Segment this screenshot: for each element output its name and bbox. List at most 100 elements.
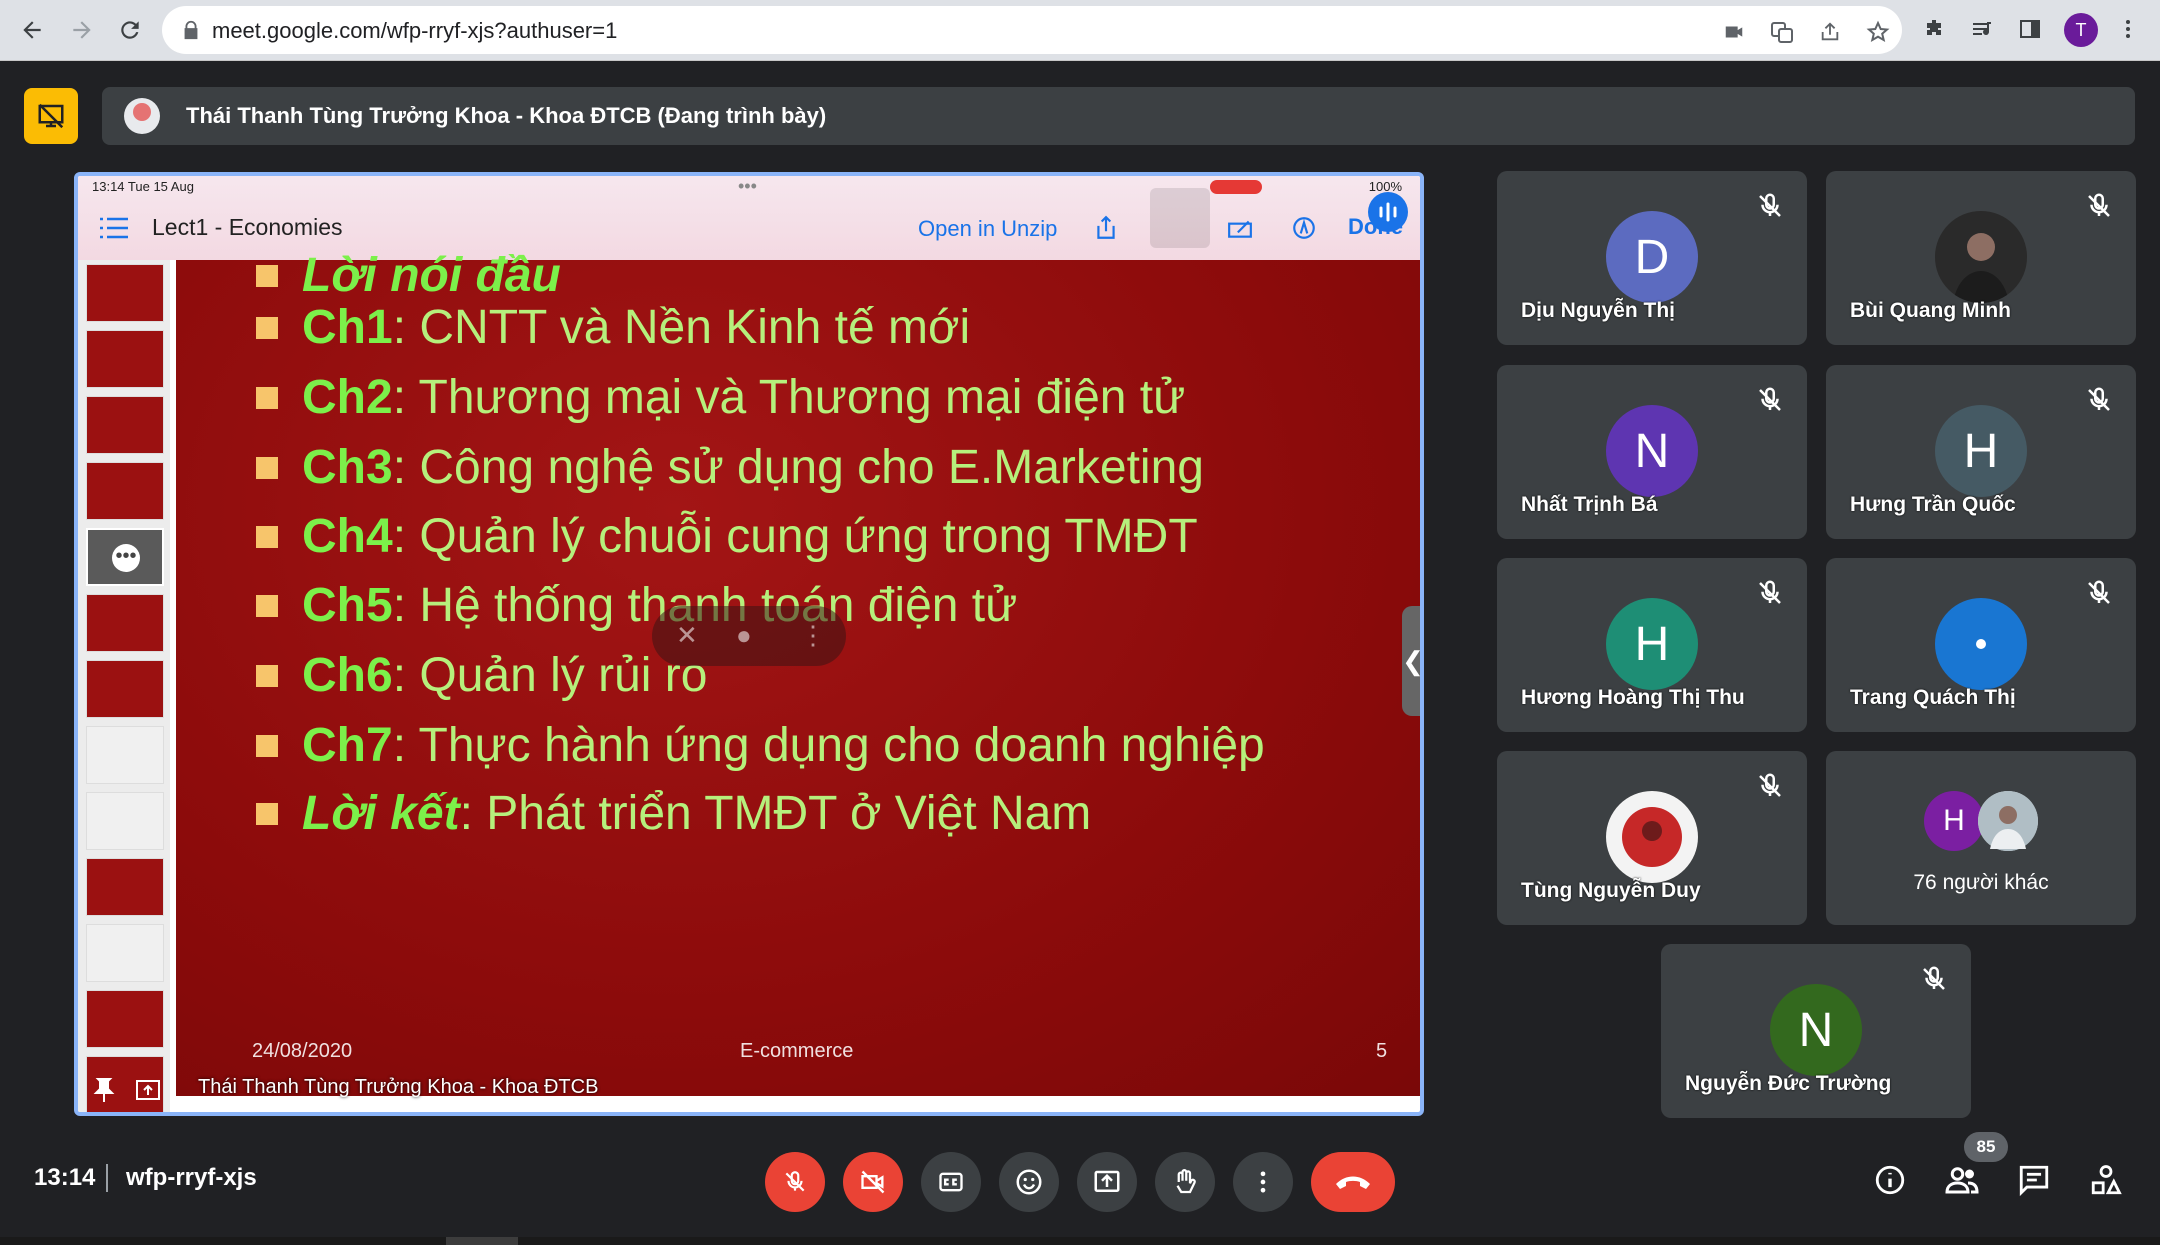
participant-tile[interactable]: N Nhất Trịnh Bá <box>1497 365 1807 539</box>
bullet-item: Ch4 : Quản lý chuỗi cung ứng trong TMĐT <box>256 509 1198 564</box>
participant-tile[interactable]: N Nguyễn Đức Trường <box>1661 944 1971 1118</box>
slide-thumbnail[interactable] <box>86 462 164 520</box>
slide-thumbnail[interactable] <box>86 594 164 652</box>
participant-tile[interactable]: H Hưng Trần Quốc <box>1826 365 2136 539</box>
back-icon[interactable] <box>12 10 52 50</box>
meeting-controls: 13:14 wfp-rryf-xjs 85 <box>0 1132 2160 1220</box>
tile-hover-controls: ✕ ● ⋮ <box>652 606 846 666</box>
bullet-item: Lời nói đầu <box>256 248 561 303</box>
participant-avatar: H <box>1606 598 1698 690</box>
more-options-button[interactable] <box>1233 1152 1293 1212</box>
camera-off-icon <box>861 1170 885 1194</box>
side-panel-handle[interactable]: ❮ <box>1402 606 1420 716</box>
reload-icon[interactable] <box>110 10 150 50</box>
bullet-text: : Thương mại và Thương mại điện tử <box>392 371 1186 424</box>
participant-name: Bùi Quang Minh <box>1850 299 2011 322</box>
lock-icon <box>184 20 198 40</box>
meeting-details-button[interactable] <box>1870 1160 1910 1200</box>
participant-name: Trang Quách Thị <box>1850 686 2016 709</box>
participant-name: Dịu Nguyễn Thị <box>1521 299 1675 322</box>
participant-tile[interactable]: D Dịu Nguyễn Thị <box>1497 171 1807 345</box>
speaking-indicator-icon <box>1368 192 1408 232</box>
participant-tile[interactable]: H Hương Hoàng Thị Thu <box>1497 558 1807 732</box>
more-vert-icon <box>1260 1171 1266 1193</box>
slide-thumbnail[interactable] <box>86 396 164 454</box>
stop-presenting-button[interactable] <box>24 88 78 144</box>
participant-tile[interactable]: Bùi Quang Minh <box>1826 171 2136 345</box>
bullet-item: Ch6 : Quản lý rủi ro <box>256 648 707 703</box>
extensions-icon[interactable] <box>1918 13 1950 45</box>
presentation-stage[interactable]: 13:14 Tue 15 Aug ••• 100% Lect1 - Econom… <box>74 172 1424 1116</box>
people-icon <box>1945 1167 1979 1194</box>
camera-in-use-icon[interactable] <box>1720 18 1748 46</box>
bullet-item: Ch5 : Hệ thống thanh toán điện tử <box>256 578 1017 633</box>
participant-name: Nguyễn Đức Trường <box>1685 1072 1892 1095</box>
annotate-icon[interactable] <box>1224 212 1256 244</box>
thumbnail-more-icon[interactable]: ••• <box>112 544 140 572</box>
activities-button[interactable] <box>2086 1160 2126 1200</box>
profile-avatar[interactable]: T <box>2064 13 2098 47</box>
recording-indicator <box>1210 180 1262 194</box>
participant-name: Hưng Trần Quốc <box>1850 493 2016 516</box>
bullet-text: : Quản lý chuỗi cung ứng trong TMĐT <box>392 510 1198 563</box>
camera-toggle-button[interactable] <box>843 1152 903 1212</box>
mic-icon[interactable]: ● <box>736 620 752 651</box>
raise-hand-button[interactable] <box>1155 1152 1215 1212</box>
share-icon[interactable] <box>1816 18 1844 46</box>
emoji-icon <box>1016 1169 1042 1195</box>
slide-thumbnail[interactable] <box>86 858 164 916</box>
pin-icon[interactable] <box>90 1076 118 1104</box>
participants-count-badge: 85 <box>1964 1132 2008 1162</box>
slide-thumbnail[interactable] <box>86 792 164 850</box>
slide-thumbnail-active[interactable]: ••• <box>86 528 164 586</box>
markup-icon[interactable] <box>1288 212 1320 244</box>
slide-thumbnail[interactable] <box>86 990 164 1048</box>
taskbar-item[interactable] <box>446 1237 518 1245</box>
chat-button[interactable] <box>2014 1160 2054 1200</box>
bullet-head: Ch2 <box>302 371 393 424</box>
forward-icon[interactable] <box>62 10 102 50</box>
document-title[interactable]: Lect1 - Economies <box>152 214 342 241</box>
bullet-head: Ch7 <box>302 719 393 772</box>
horizontal-scrollbar[interactable] <box>574 1108 1008 1112</box>
people-button[interactable] <box>1942 1160 1982 1200</box>
participant-tile[interactable]: Trang Quách Thị <box>1826 558 2136 732</box>
kebab-menu-icon[interactable] <box>2112 13 2144 45</box>
slide-thumbnail[interactable] <box>86 660 164 718</box>
side-panel-icon[interactable] <box>2014 13 2046 45</box>
present-button[interactable] <box>1077 1152 1137 1212</box>
reactions-button[interactable] <box>999 1152 1059 1212</box>
list-icon[interactable] <box>98 216 130 240</box>
translate-icon[interactable] <box>1768 18 1796 46</box>
slide-thumbnail[interactable] <box>86 330 164 388</box>
present-icon <box>1094 1170 1120 1192</box>
search-icon[interactable] <box>1150 188 1210 248</box>
mic-off-icon <box>2088 387 2110 411</box>
slide-thumbnail[interactable] <box>86 924 164 982</box>
bullet-item: Ch1 : CNTT và Nền Kinh tế mới <box>256 300 970 355</box>
captions-button[interactable] <box>921 1152 981 1212</box>
others-tile[interactable]: H 76 người khác <box>1826 751 2136 925</box>
participant-tile[interactable]: Tùng Nguyễn Duy <box>1497 751 1807 925</box>
mic-toggle-button[interactable] <box>765 1152 825 1212</box>
mic-off-icon <box>2088 193 2110 217</box>
slide-thumbnail[interactable] <box>86 264 164 322</box>
presenter-avatar <box>124 98 160 134</box>
captions-icon <box>939 1172 963 1192</box>
present-to-all-icon[interactable] <box>134 1076 162 1104</box>
stage-footer: Thái Thanh Tùng Trưởng Khoa - Khoa ĐTCB <box>78 1056 1420 1112</box>
address-bar[interactable]: meet.google.com/wfp-rryf-xjs?authuser=1 <box>162 6 1902 54</box>
open-in-unzip-button[interactable]: Open in Unzip <box>918 216 1057 242</box>
share-icon[interactable] <box>1090 212 1122 244</box>
bookmark-star-icon[interactable] <box>1864 18 1892 46</box>
bullet-item: Ch7 : Thực hành ứng dụng cho doanh nghiệ… <box>256 718 1265 773</box>
slide-thumbnail[interactable] <box>86 726 164 784</box>
media-control-icon[interactable] <box>1966 13 1998 45</box>
more-vert-icon[interactable]: ⋮ <box>800 620 826 651</box>
bullet-head: Lời nói đầu <box>302 249 561 302</box>
slide-canvas: Lời nói đầu Ch1 : CNTT và Nền Kinh tế mớ… <box>176 249 1420 1096</box>
leave-call-button[interactable] <box>1311 1152 1395 1212</box>
pin-off-icon[interactable]: ✕ <box>676 620 698 651</box>
participant-name: Nhất Trịnh Bá <box>1521 493 1658 516</box>
participant-avatar: N <box>1770 984 1862 1076</box>
